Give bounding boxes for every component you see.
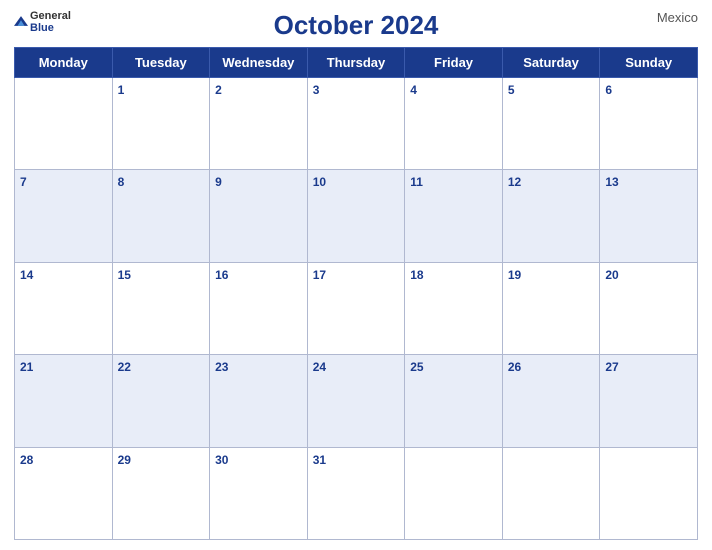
calendar-cell: 18 xyxy=(405,262,503,354)
calendar-cell: 30 xyxy=(210,447,308,539)
calendar-cell: 28 xyxy=(15,447,113,539)
day-number: 25 xyxy=(410,360,423,374)
calendar-cell: 15 xyxy=(112,262,210,354)
calendar-cell: 10 xyxy=(307,170,405,262)
header: General Blue October 2024 Mexico xyxy=(14,10,698,41)
logo-blue: Blue xyxy=(30,22,71,34)
day-number: 2 xyxy=(215,83,222,97)
calendar-cell: 16 xyxy=(210,262,308,354)
logo-texts: General Blue xyxy=(30,10,71,34)
day-number: 6 xyxy=(605,83,612,97)
calendar-cell: 5 xyxy=(502,78,600,170)
day-number: 4 xyxy=(410,83,417,97)
calendar-title: October 2024 xyxy=(274,10,439,41)
day-number: 26 xyxy=(508,360,521,374)
calendar-cell: 1 xyxy=(112,78,210,170)
header-thursday: Thursday xyxy=(307,48,405,78)
day-number: 29 xyxy=(118,453,131,467)
calendar-cell: 11 xyxy=(405,170,503,262)
week-row: 28 29 30 31 xyxy=(15,447,698,539)
day-number: 8 xyxy=(118,175,125,189)
day-number: 15 xyxy=(118,268,131,282)
calendar-table: Monday Tuesday Wednesday Thursday Friday… xyxy=(14,47,698,540)
calendar-cell: 27 xyxy=(600,355,698,447)
day-number: 12 xyxy=(508,175,521,189)
day-number: 24 xyxy=(313,360,326,374)
day-number: 3 xyxy=(313,83,320,97)
calendar-cell: 26 xyxy=(502,355,600,447)
calendar-cell: 7 xyxy=(15,170,113,262)
calendar-cell: 3 xyxy=(307,78,405,170)
calendar-cell: 21 xyxy=(15,355,113,447)
day-number: 9 xyxy=(215,175,222,189)
day-number: 7 xyxy=(20,175,27,189)
calendar-cell xyxy=(15,78,113,170)
header-monday: Monday xyxy=(15,48,113,78)
day-number: 14 xyxy=(20,268,33,282)
day-number: 10 xyxy=(313,175,326,189)
header-saturday: Saturday xyxy=(502,48,600,78)
day-number: 19 xyxy=(508,268,521,282)
day-number: 13 xyxy=(605,175,618,189)
logo-general: General xyxy=(30,10,71,22)
calendar-cell: 8 xyxy=(112,170,210,262)
day-number: 1 xyxy=(118,83,125,97)
week-row: 1 2 3 4 5 6 xyxy=(15,78,698,170)
day-number: 16 xyxy=(215,268,228,282)
day-number: 27 xyxy=(605,360,618,374)
day-number: 20 xyxy=(605,268,618,282)
day-number: 28 xyxy=(20,453,33,467)
day-number: 30 xyxy=(215,453,228,467)
header-wednesday: Wednesday xyxy=(210,48,308,78)
calendar-cell: 29 xyxy=(112,447,210,539)
day-number: 5 xyxy=(508,83,515,97)
calendar-cell: 12 xyxy=(502,170,600,262)
calendar-cell: 24 xyxy=(307,355,405,447)
calendar-cell: 22 xyxy=(112,355,210,447)
calendar-cell: 6 xyxy=(600,78,698,170)
day-number: 23 xyxy=(215,360,228,374)
calendar-cell xyxy=(600,447,698,539)
day-number: 17 xyxy=(313,268,326,282)
title-section: October 2024 xyxy=(274,10,439,41)
week-row: 7 8 9 10 11 12 13 xyxy=(15,170,698,262)
calendar-cell: 2 xyxy=(210,78,308,170)
weekday-header-row: Monday Tuesday Wednesday Thursday Friday… xyxy=(15,48,698,78)
header-tuesday: Tuesday xyxy=(112,48,210,78)
calendar-cell: 13 xyxy=(600,170,698,262)
calendar-cell: 14 xyxy=(15,262,113,354)
calendar-cell: 17 xyxy=(307,262,405,354)
week-row: 21 22 23 24 25 26 27 xyxy=(15,355,698,447)
day-number: 31 xyxy=(313,453,326,467)
calendar-cell: 25 xyxy=(405,355,503,447)
calendar-cell xyxy=(405,447,503,539)
logo-icon xyxy=(14,13,28,31)
day-number: 18 xyxy=(410,268,423,282)
page: General Blue October 2024 Mexico Monday … xyxy=(0,0,712,550)
day-number: 11 xyxy=(410,175,423,189)
calendar-cell: 23 xyxy=(210,355,308,447)
calendar-cell: 4 xyxy=(405,78,503,170)
calendar-cell: 19 xyxy=(502,262,600,354)
calendar-cell: 9 xyxy=(210,170,308,262)
header-friday: Friday xyxy=(405,48,503,78)
calendar-cell: 20 xyxy=(600,262,698,354)
week-row: 14 15 16 17 18 19 20 xyxy=(15,262,698,354)
calendar-cell: 31 xyxy=(307,447,405,539)
day-number: 21 xyxy=(20,360,33,374)
day-number: 22 xyxy=(118,360,131,374)
calendar-cell xyxy=(502,447,600,539)
country-label: Mexico xyxy=(657,10,698,25)
logo: General Blue xyxy=(14,10,71,34)
header-sunday: Sunday xyxy=(600,48,698,78)
